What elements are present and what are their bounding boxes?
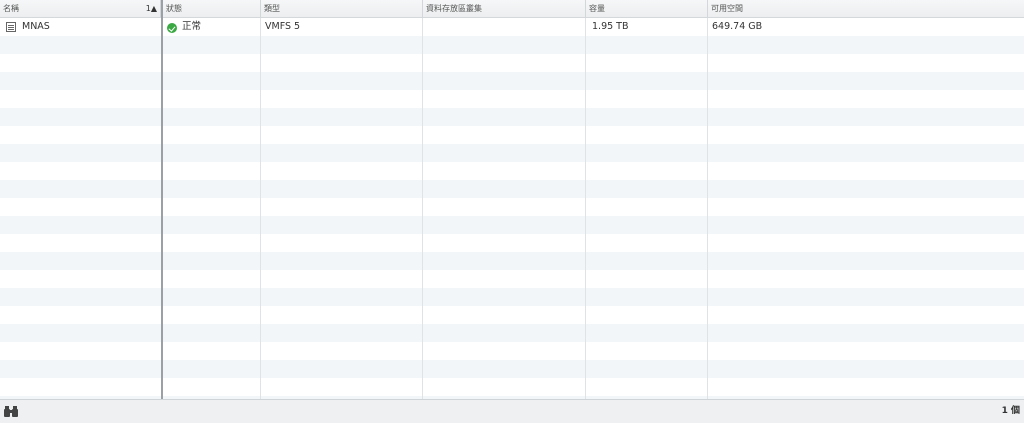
binoculars-icon[interactable] [4, 405, 18, 417]
empty-row [0, 72, 1024, 90]
grid-header: 名稱 1▲ 狀態 類型 資料存放區叢集 容量 可用空間 [0, 0, 1024, 18]
column-divider [422, 18, 423, 399]
frozen-column-splitter[interactable] [161, 0, 163, 399]
column-header-cluster[interactable]: 資料存放區叢集 [423, 0, 586, 18]
grid-footer: 1 個 [0, 399, 1024, 423]
empty-row [0, 90, 1024, 108]
column-header-label: 容量 [589, 4, 605, 13]
empty-row [0, 270, 1024, 288]
column-header-name[interactable]: 名稱 1▲ [0, 0, 161, 18]
empty-row [0, 234, 1024, 252]
datastore-icon [6, 22, 16, 32]
column-header-label: 類型 [264, 4, 280, 13]
empty-row [0, 108, 1024, 126]
table-row[interactable]: MNAS 正常 VMFS 5 1.95 TB 649.74 GB [0, 18, 1024, 36]
datastore-grid: 名稱 1▲ 狀態 類型 資料存放區叢集 容量 可用空間 MNAS 正常 VMFS… [0, 0, 1024, 399]
empty-row [0, 306, 1024, 324]
empty-row [0, 252, 1024, 270]
column-header-label: 可用空間 [711, 4, 743, 13]
cell-capacity: 1.95 TB [592, 21, 629, 32]
column-header-label: 狀態 [166, 4, 182, 13]
empty-row [0, 198, 1024, 216]
check-circle-icon [167, 23, 177, 33]
item-count: 1 個 [1001, 406, 1020, 416]
empty-row [0, 378, 1024, 396]
column-divider [260, 18, 261, 399]
empty-row [0, 324, 1024, 342]
grid-body [0, 18, 1024, 399]
column-header-capacity[interactable]: 容量 [586, 0, 708, 18]
empty-row [0, 180, 1024, 198]
empty-row [0, 216, 1024, 234]
empty-row [0, 126, 1024, 144]
empty-row [0, 162, 1024, 180]
column-divider [585, 18, 586, 399]
empty-row [0, 36, 1024, 54]
sort-indicator: 1▲ [145, 4, 157, 13]
column-header-label: 名稱 [3, 4, 19, 13]
empty-row [0, 54, 1024, 72]
column-header-type[interactable]: 類型 [261, 0, 423, 18]
column-header-free-space[interactable]: 可用空間 [708, 0, 1024, 18]
empty-row [0, 144, 1024, 162]
cell-name[interactable]: MNAS [22, 18, 50, 36]
column-divider [707, 18, 708, 399]
column-header-label: 資料存放區叢集 [426, 4, 482, 13]
cell-status: 正常 [182, 21, 202, 32]
cell-type: VMFS 5 [265, 21, 301, 32]
column-header-status[interactable]: 狀態 [163, 0, 261, 18]
empty-row [0, 342, 1024, 360]
cell-free-space: 649.74 GB [712, 21, 763, 32]
empty-row [0, 360, 1024, 378]
empty-row [0, 288, 1024, 306]
